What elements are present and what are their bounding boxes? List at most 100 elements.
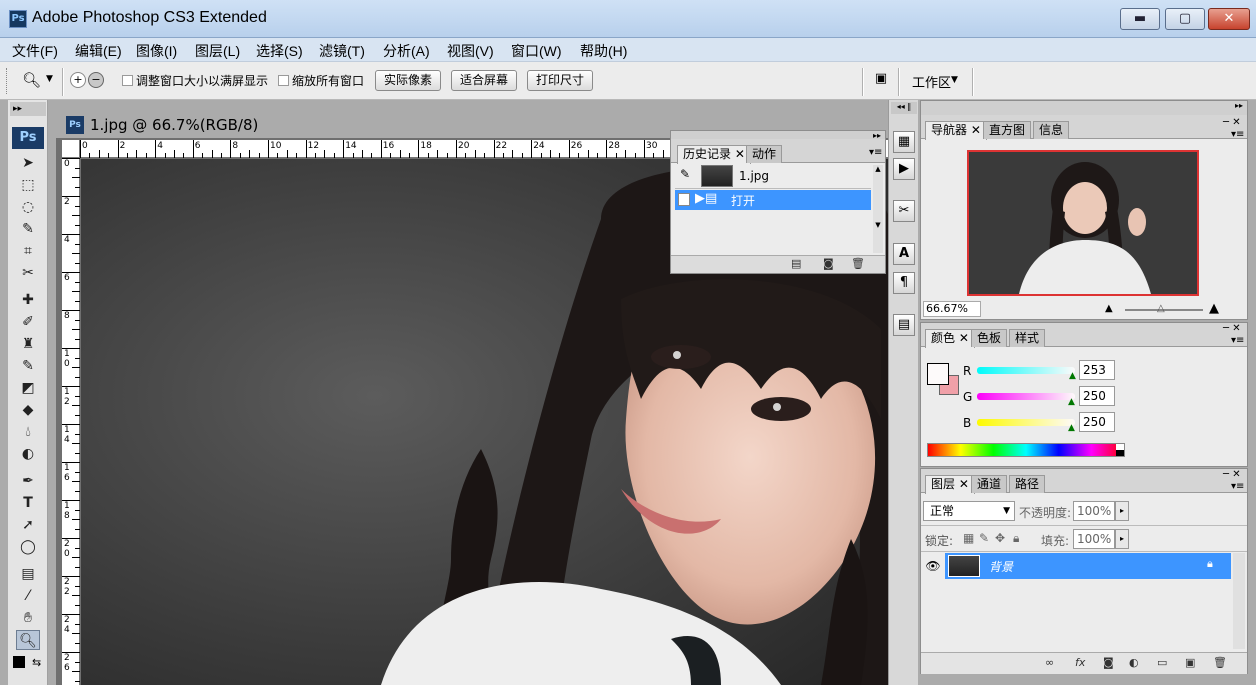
menu-window[interactable]: 窗口(W): [511, 41, 562, 61]
fill-slider-toggle[interactable]: ▸: [1115, 529, 1129, 549]
menu-image[interactable]: 图像(I): [136, 41, 177, 61]
menu-file[interactable]: 文件(F): [12, 41, 58, 61]
g-channel-input[interactable]: 250: [1079, 386, 1115, 406]
default-colors-icon[interactable]: [13, 656, 25, 668]
eraser-tool-icon[interactable]: ◩: [16, 378, 40, 398]
path-select-tool-icon[interactable]: ➚: [16, 515, 40, 535]
ruler-origin[interactable]: [62, 140, 80, 158]
layer-style-fx-icon[interactable]: fx: [1075, 656, 1085, 669]
notes-tool-icon[interactable]: ▤: [16, 564, 40, 584]
tab-paths[interactable]: 路径: [1009, 475, 1046, 493]
lock-all-icon[interactable]: 🔒︎: [1013, 531, 1019, 546]
fit-screen-button[interactable]: 适合屏幕: [451, 70, 517, 91]
marquee-tool-icon[interactable]: ⬚: [16, 175, 40, 195]
toolbox-collapse-icon[interactable]: ▸▸: [10, 102, 46, 116]
adjustment-layer-icon[interactable]: ◐: [1129, 656, 1139, 669]
foreground-color-swatch[interactable]: [927, 363, 949, 385]
layer-name[interactable]: 背景: [989, 558, 1013, 575]
lock-transparent-icon[interactable]: ▦: [963, 531, 974, 545]
menu-analysis[interactable]: 分析(A): [383, 41, 430, 61]
menu-view[interactable]: 视图(V): [447, 41, 494, 61]
vertical-ruler[interactable]: 0 2 4 6 8 10 12 14 16 18 20 22 24 26: [62, 158, 80, 685]
menu-edit[interactable]: 编辑(E): [75, 41, 122, 61]
tool-preset-dropdown-icon[interactable]: ▼: [46, 74, 53, 84]
b-channel-input[interactable]: 250: [1079, 412, 1115, 432]
new-group-icon[interactable]: ▭: [1157, 656, 1167, 669]
navigator-zoom-slider-handle[interactable]: △: [1157, 303, 1165, 314]
delete-state-icon[interactable]: 🗑︎: [851, 257, 865, 270]
panel-menu-icon[interactable]: ▾≡: [869, 147, 882, 158]
tab-info[interactable]: 信息: [1033, 121, 1070, 139]
g-channel-slider-handle[interactable]: ▲: [1068, 397, 1075, 407]
maximize-button[interactable]: ▢: [1165, 8, 1205, 30]
ps-logo[interactable]: Ps: [12, 127, 44, 149]
tab-layers[interactable]: 图层 ✕: [925, 475, 975, 494]
create-snapshot-icon[interactable]: ◙: [823, 257, 834, 270]
zoom-in-mountain-icon[interactable]: ▲: [1209, 301, 1219, 316]
lasso-tool-icon[interactable]: ◌: [16, 197, 40, 217]
panel-menu-icon[interactable]: ▾≡: [1231, 129, 1244, 140]
zoom-out-icon[interactable]: −: [88, 72, 104, 88]
zoom-in-icon[interactable]: +: [70, 72, 86, 88]
resize-windows-checkbox[interactable]: [122, 75, 133, 86]
close-button[interactable]: ✕: [1208, 8, 1250, 30]
brush-presets-icon[interactable]: ▦: [893, 131, 915, 153]
zoom-tool-icon[interactable]: 🔍︎: [16, 630, 40, 650]
navigator-zoom-field[interactable]: 66.67%: [923, 301, 981, 317]
state-source-checkbox[interactable]: [678, 193, 690, 206]
opacity-slider-toggle[interactable]: ▸: [1115, 501, 1129, 521]
ellipse-tool-icon[interactable]: ◯: [16, 537, 40, 557]
history-brush-tool-icon[interactable]: ✎: [16, 356, 40, 376]
panel-close-icon[interactable]: ─ ✕: [1223, 469, 1241, 480]
quick-select-tool-icon[interactable]: ✎: [16, 219, 40, 239]
hand-tool-icon[interactable]: ✋︎: [16, 608, 40, 628]
r-channel-slider[interactable]: [977, 367, 1075, 374]
paint-bucket-tool-icon[interactable]: ◆: [16, 400, 40, 420]
dodge-tool-icon[interactable]: ◐: [16, 444, 40, 464]
delete-layer-icon[interactable]: 🗑︎: [1213, 656, 1227, 669]
r-channel-slider-handle[interactable]: ▲: [1069, 371, 1076, 381]
menu-filter[interactable]: 滤镜(T): [319, 41, 365, 61]
ramp-black[interactable]: [1116, 450, 1124, 456]
workspace-dropdown-icon[interactable]: ▼: [951, 75, 958, 85]
menu-layer[interactable]: 图层(L): [195, 41, 240, 61]
paragraph-icon[interactable]: ¶: [893, 272, 915, 294]
link-layers-icon[interactable]: ∞: [1045, 656, 1054, 669]
r-channel-input[interactable]: 253: [1079, 360, 1115, 380]
menu-select[interactable]: 选择(S): [256, 41, 303, 61]
eyedropper-tool-icon[interactable]: ⁄: [16, 586, 40, 606]
b-channel-slider[interactable]: [977, 419, 1075, 426]
zoom-out-mountain-icon[interactable]: ▲: [1105, 303, 1113, 314]
character-icon[interactable]: A: [893, 243, 915, 265]
panel-menu-icon[interactable]: ▾≡: [1231, 335, 1244, 346]
actual-pixels-button[interactable]: 实际像素: [375, 70, 441, 91]
print-size-button[interactable]: 打印尺寸: [527, 70, 593, 91]
tab-actions[interactable]: 动作: [746, 145, 783, 163]
clone-stamp-tool-icon[interactable]: ♜: [16, 334, 40, 354]
panel-menu-icon[interactable]: ▾≡: [1231, 481, 1244, 492]
navigator-preview[interactable]: [967, 150, 1199, 296]
g-channel-slider[interactable]: [977, 393, 1075, 400]
tab-styles[interactable]: 样式: [1009, 329, 1046, 347]
panel-close-icon[interactable]: ─ ✕: [1223, 117, 1241, 128]
pen-tool-icon[interactable]: ✒: [16, 471, 40, 491]
layer-comps-icon[interactable]: ▤: [893, 314, 915, 336]
blend-mode-select[interactable]: 正常 ▼: [923, 501, 1015, 521]
blur-tool-icon[interactable]: 💧︎: [16, 422, 40, 442]
zoom-all-checkbox[interactable]: [278, 75, 289, 86]
history-snapshot-row[interactable]: ✎ 1.jpg: [675, 165, 871, 189]
crop-tool-icon[interactable]: ⌗: [16, 241, 40, 261]
minimize-button[interactable]: ▬: [1120, 8, 1160, 30]
swap-colors-icon[interactable]: ⇆: [32, 656, 41, 669]
type-tool-icon[interactable]: T: [16, 493, 40, 513]
lock-pixels-icon[interactable]: ✎: [979, 531, 989, 545]
move-tool-icon[interactable]: ➤: [16, 153, 40, 173]
history-brush-source-icon[interactable]: ✎: [675, 167, 695, 187]
fill-input[interactable]: 100%: [1073, 529, 1115, 549]
tab-color[interactable]: 颜色 ✕: [925, 329, 975, 348]
animation-icon[interactable]: ▶: [893, 158, 915, 180]
bridge-icon[interactable]: ▣: [870, 71, 892, 91]
tab-navigator[interactable]: 导航器 ✕: [925, 121, 987, 140]
layers-scrollbar[interactable]: [1233, 553, 1245, 649]
workspace-menu[interactable]: 工作区: [912, 72, 951, 91]
